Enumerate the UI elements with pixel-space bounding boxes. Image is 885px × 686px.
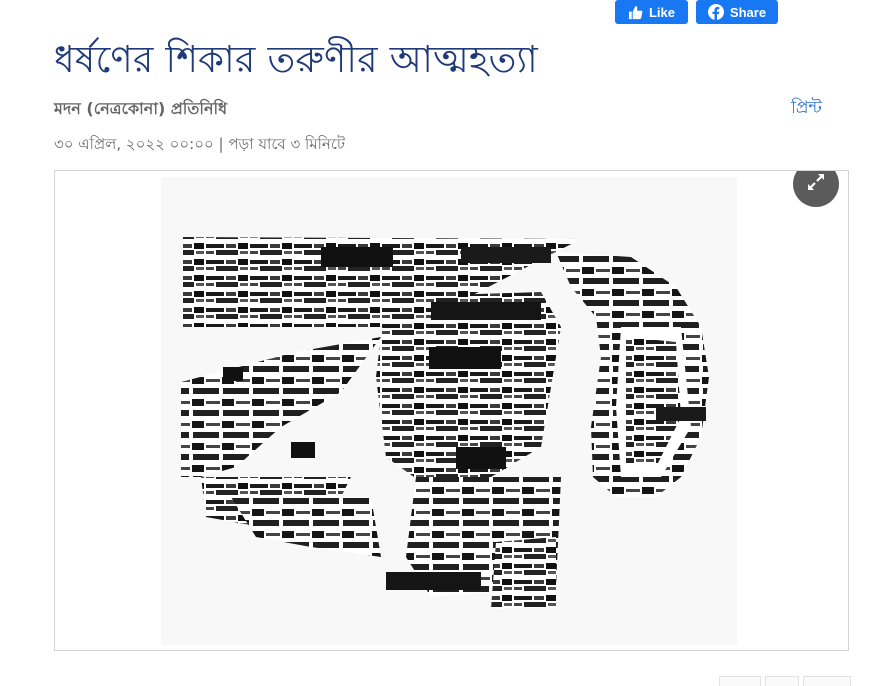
article-byline[interactable]: মদন (নেত্রকোনা) প্রতিনিধি <box>54 96 227 123</box>
thumbs-up-icon <box>628 5 643 20</box>
expand-image-button[interactable] <box>793 171 839 207</box>
newspaper-logo-image <box>161 177 737 645</box>
print-link[interactable]: প্রিন্ট <box>791 95 822 123</box>
facebook-share-button[interactable]: Share <box>696 0 778 24</box>
article-headline: ধর্ষণের শিকার তরুণীর আত্মহত্যা <box>54 38 538 81</box>
article-dateline: ৩০ এপ্রিল, ২০২২ ০০:০০ | পড়া যাবে ৩ মিনি… <box>54 135 346 153</box>
article-image-frame <box>54 170 849 651</box>
facebook-logo-icon <box>707 4 724 20</box>
expand-arrows-icon <box>805 171 827 197</box>
facebook-like-button[interactable]: Like <box>615 0 688 24</box>
share-label: Share <box>729 4 767 20</box>
like-label: Like <box>648 4 675 20</box>
